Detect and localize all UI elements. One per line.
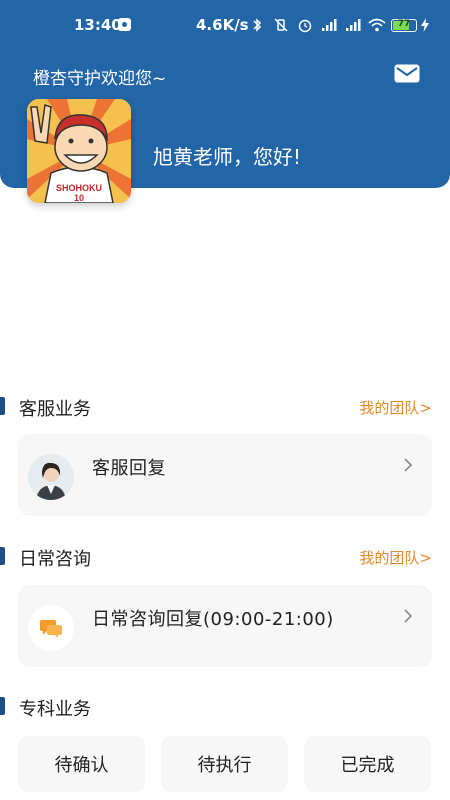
customer-reply-label: 客服回复 — [92, 458, 166, 479]
section-daily-consult: 日常咨询 我的团队> — [0, 545, 450, 571]
battery-icon: 77 — [391, 19, 417, 32]
vibrate-off-icon — [272, 17, 290, 33]
customer-service-avatar — [28, 454, 74, 500]
section-title: 专科业务 — [19, 699, 91, 720]
my-team-link[interactable]: 我的团队> — [359, 397, 432, 418]
svg-text:SHOHOKU: SHOHOKU — [56, 183, 102, 193]
signal-icon — [320, 17, 338, 33]
network-speed: 4.6K/s — [196, 16, 249, 34]
greeting-text: 旭黄老师，您好! — [153, 145, 302, 169]
mail-icon[interactable] — [394, 64, 420, 83]
section-customer-service: 客服业务 我的团队> — [0, 395, 450, 421]
chevron-right-icon — [402, 607, 414, 625]
section-marker — [0, 547, 5, 565]
battery-level: 77 — [397, 19, 411, 29]
section-specialty: 专科业务 — [0, 695, 450, 721]
section-marker — [0, 697, 5, 715]
wifi-icon — [368, 17, 386, 33]
bluetooth-icon — [248, 17, 266, 33]
status-bar: 13:40 4.6K/s 77 — [0, 0, 450, 52]
user-avatar[interactable]: SHOHOKU 10 — [27, 99, 131, 203]
welcome-text: 橙杏守护欢迎您~ — [33, 69, 167, 89]
customer-reply-card[interactable]: 客服回复 — [18, 434, 432, 516]
consult-reply-label: 日常咨询回复(09:00-21:00) — [92, 609, 334, 630]
chevron-right-icon — [402, 456, 414, 474]
tab-pending-confirm[interactable]: 待确认 — [18, 736, 145, 792]
signal-icon — [344, 17, 362, 33]
chat-bubbles-icon — [28, 605, 74, 651]
section-title: 客服业务 — [19, 399, 91, 420]
app-notification-icon — [118, 18, 131, 31]
my-team-link[interactable]: 我的团队> — [359, 547, 432, 568]
charging-icon — [421, 18, 429, 36]
alarm-icon — [296, 17, 314, 33]
svg-text:10: 10 — [74, 193, 84, 203]
tab-completed[interactable]: 已完成 — [304, 736, 431, 792]
consult-reply-card[interactable]: 日常咨询回复(09:00-21:00) — [18, 585, 432, 667]
tab-pending-execute[interactable]: 待执行 — [161, 736, 288, 792]
status-time: 13:40 — [74, 16, 122, 34]
section-marker — [0, 397, 5, 415]
section-title: 日常咨询 — [19, 549, 91, 570]
